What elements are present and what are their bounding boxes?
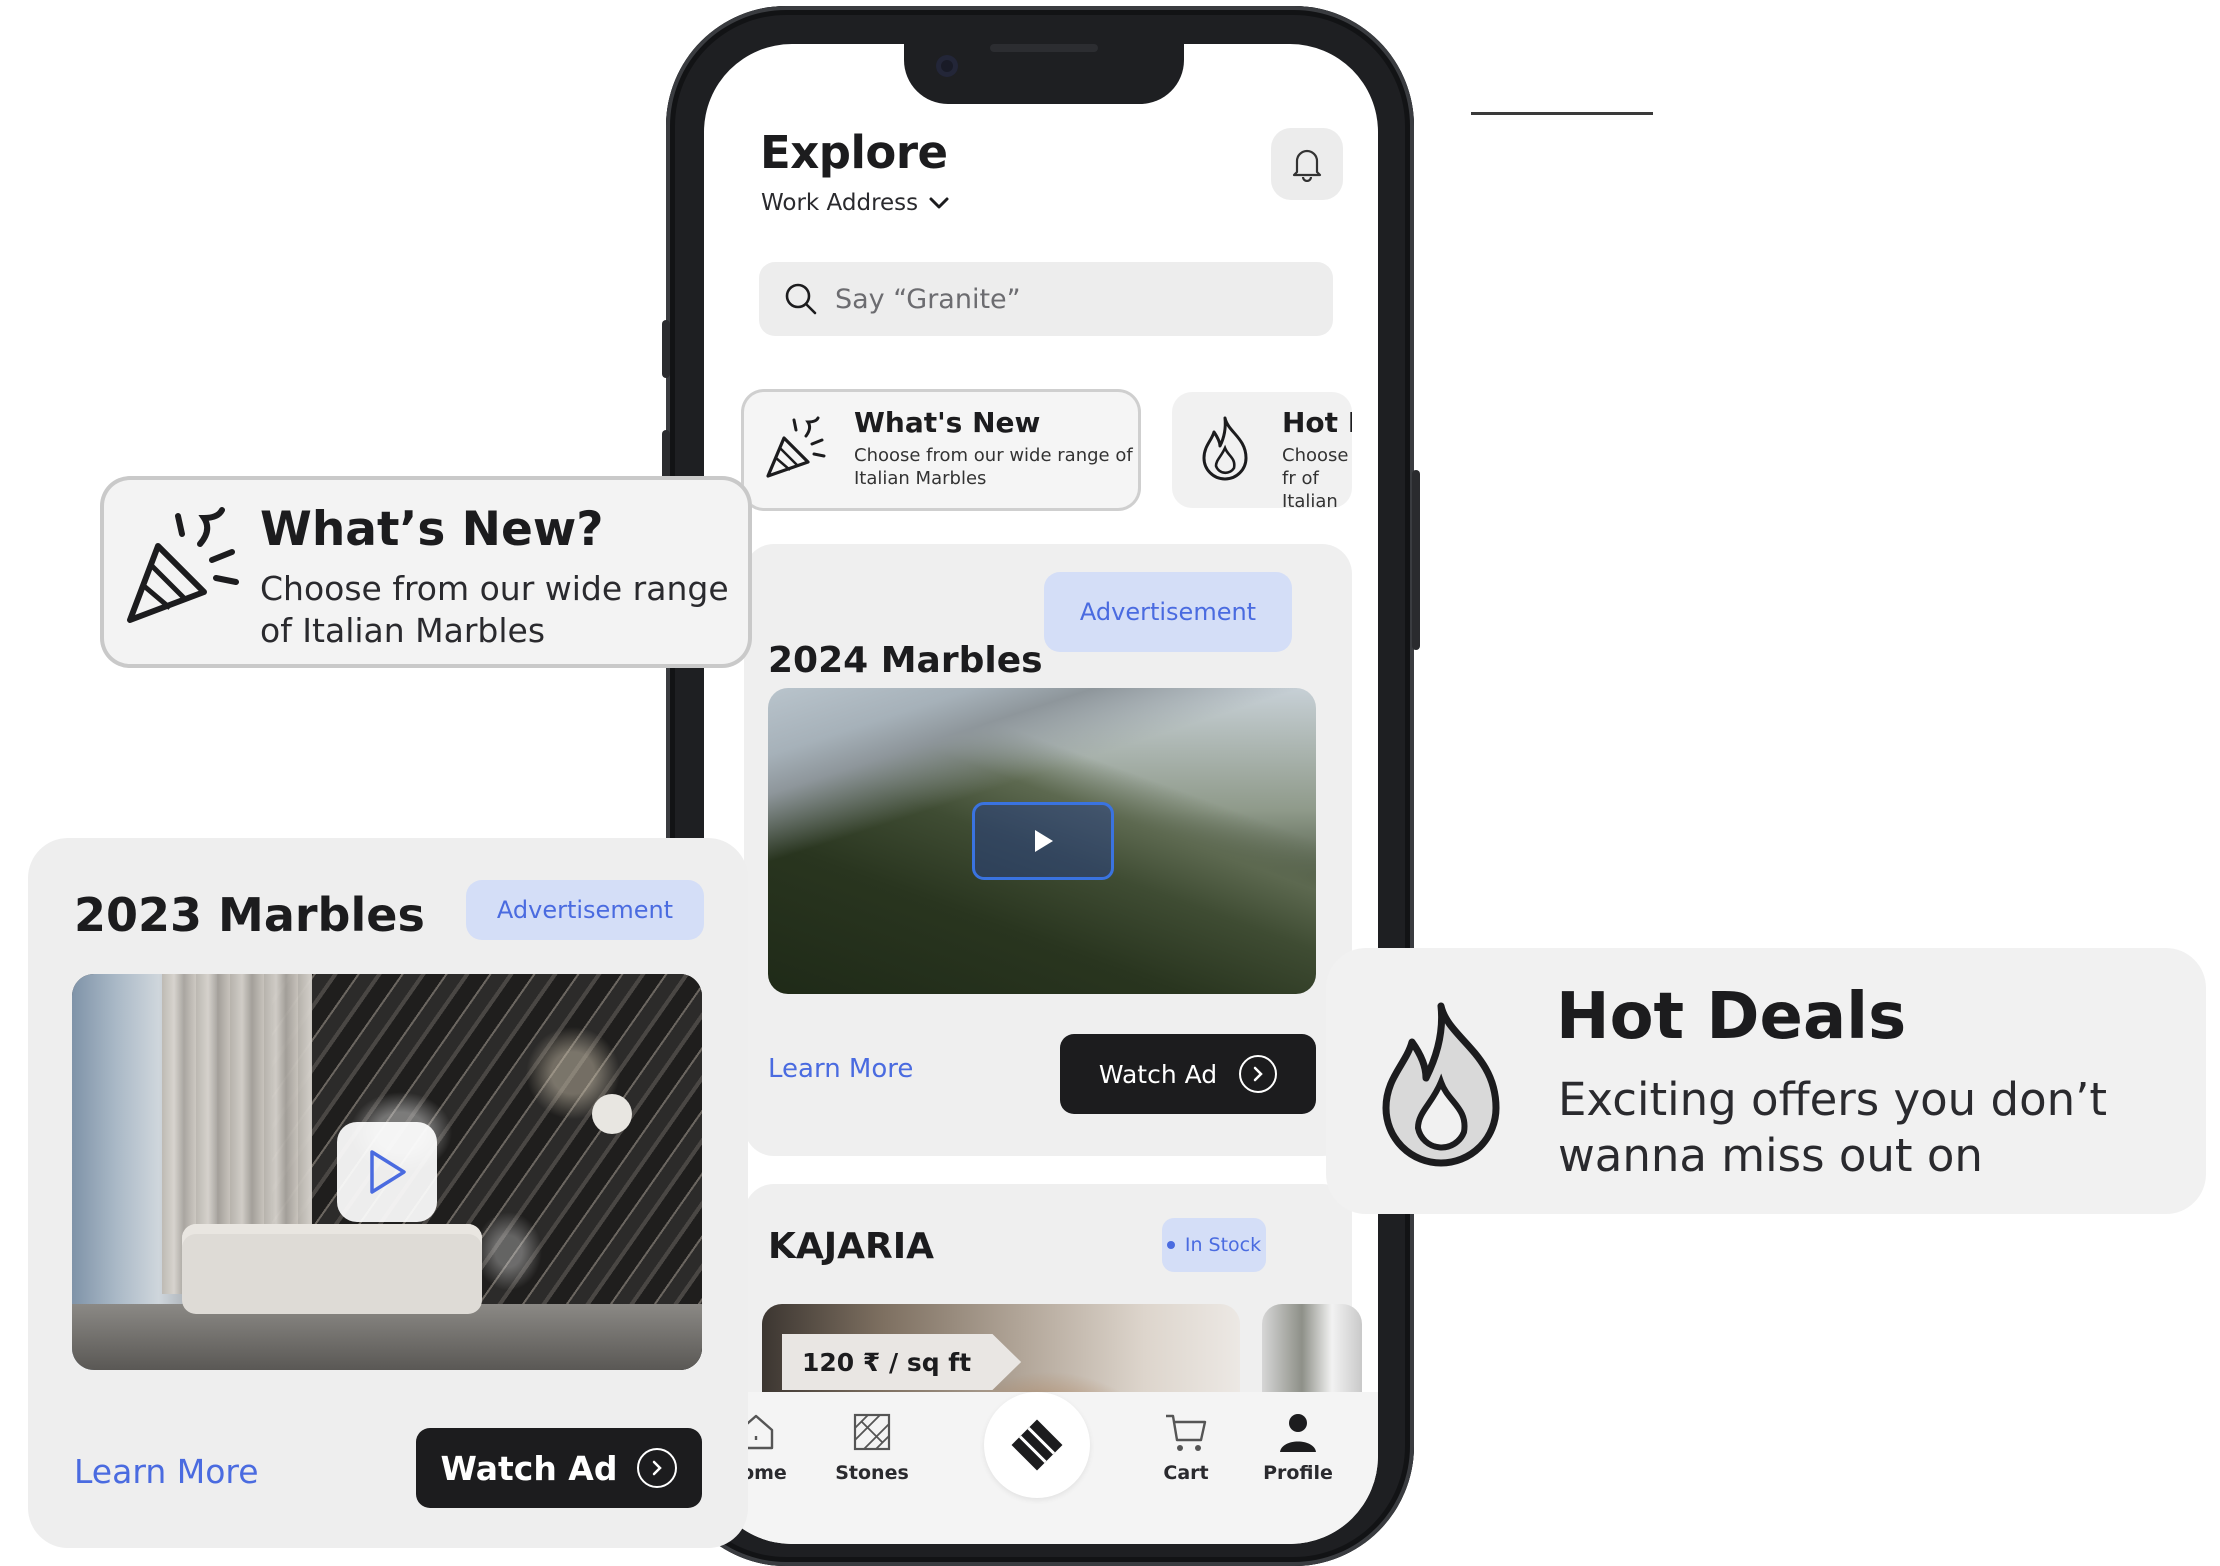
play-button[interactable]: [972, 802, 1114, 880]
ad-card-2023: 2023 Marbles Advertisement Learn More Wa…: [28, 838, 748, 1548]
stock-dot-icon: [1166, 1241, 1175, 1249]
center-action-button[interactable]: [984, 1392, 1090, 1498]
category-whats-new[interactable]: What's New Choose from our wide range of…: [744, 392, 1138, 508]
watch-ad-button[interactable]: Watch Ad: [416, 1428, 702, 1508]
phone-notch: [904, 30, 1184, 104]
ad-card-2024: 2024 Marbles Advertisement Learn More Wa…: [744, 544, 1352, 1156]
watch-ad-button[interactable]: Watch Ad: [1060, 1034, 1316, 1114]
bottom-tab-bar: Home Stones Cart Profile: [704, 1392, 1378, 1544]
phone-mute-button: [662, 320, 670, 378]
address-selector[interactable]: Work Address: [761, 190, 950, 216]
floating-card-title: What’s New?: [260, 502, 604, 557]
tab-label: Cart: [1163, 1462, 1209, 1484]
floating-card-desc: Choose from our wide range of Italian Ma…: [260, 569, 729, 650]
floating-card-hot-deals[interactable]: Hot Deals Exciting offers you don’t wann…: [1326, 948, 2206, 1214]
phone-speaker: [990, 44, 1098, 52]
chevron-right-icon: [1239, 1055, 1278, 1093]
advertisement-badge: Advertisement: [1044, 572, 1292, 652]
watch-ad-label: Watch Ad: [1098, 1059, 1218, 1089]
tab-cart[interactable]: Cart: [1136, 1408, 1236, 1484]
stock-badge: In Stock: [1162, 1218, 1266, 1272]
sofa-image-part: [182, 1224, 482, 1314]
cart-icon: [1162, 1408, 1210, 1456]
page-title: Explore: [760, 126, 948, 179]
address-label: Work Address: [761, 190, 919, 216]
flame-icon: [1382, 1002, 1500, 1167]
bell-icon: [1292, 149, 1322, 182]
card-title: 2024 Marbles: [768, 640, 1043, 681]
video-thumbnail[interactable]: [768, 688, 1316, 994]
floating-card-desc: Exciting offers you don’t wanna miss out…: [1558, 1073, 2108, 1182]
flame-icon: [1202, 416, 1248, 481]
learn-more-link[interactable]: Learn More: [74, 1452, 259, 1491]
chevron-right-icon: [637, 1448, 678, 1488]
floating-card-whats-new[interactable]: What’s New? Choose from our wide range o…: [100, 476, 752, 668]
tab-stones[interactable]: Stones: [822, 1408, 922, 1484]
lamp-image-part: [592, 1094, 632, 1134]
phone-power-button: [1412, 470, 1420, 650]
price-tag: 120 ₹ / sq ft: [782, 1334, 1022, 1390]
tab-profile[interactable]: Profile: [1248, 1408, 1348, 1484]
card-title: 2023 Marbles: [74, 888, 425, 942]
learn-more-link[interactable]: Learn More: [768, 1054, 913, 1084]
floating-card-title: Hot Deals: [1556, 980, 1907, 1054]
party-popper-icon: [766, 416, 826, 478]
brand-name: KAJARIA: [768, 1226, 934, 1267]
search-bar[interactable]: [759, 262, 1333, 336]
notifications-button[interactable]: [1271, 128, 1343, 200]
play-icon: [1035, 830, 1053, 852]
phone-screen: Explore Work Address What's New Choose f…: [704, 44, 1378, 1544]
party-popper-icon: [127, 507, 239, 623]
stones-icon: [848, 1408, 896, 1456]
watch-ad-label: Watch Ad: [440, 1448, 618, 1488]
decorative-line: [1471, 112, 1653, 115]
tab-label: Stones: [835, 1462, 909, 1484]
category-hot-deals[interactable]: Hot D Choose fr of Italian: [1172, 392, 1352, 508]
center-logo-icon: [1011, 1419, 1063, 1471]
category-desc: Choose fr of Italian: [1282, 445, 1349, 508]
category-title: What's New: [854, 406, 1041, 439]
camera-icon: [936, 55, 958, 77]
profile-icon: [1274, 1408, 1322, 1456]
tab-label: Profile: [1263, 1462, 1333, 1484]
play-icon: [370, 1150, 406, 1194]
category-desc: Choose from our wide range of Italian Ma…: [854, 445, 1133, 489]
stock-label: In Stock: [1184, 1234, 1262, 1256]
search-icon: [781, 279, 821, 319]
play-button[interactable]: [337, 1122, 437, 1222]
search-input[interactable]: [833, 282, 1297, 316]
category-title: Hot D: [1282, 406, 1352, 439]
advertisement-badge: Advertisement: [466, 880, 704, 940]
chevron-down-icon: [929, 197, 949, 209]
room-image[interactable]: [72, 974, 702, 1370]
